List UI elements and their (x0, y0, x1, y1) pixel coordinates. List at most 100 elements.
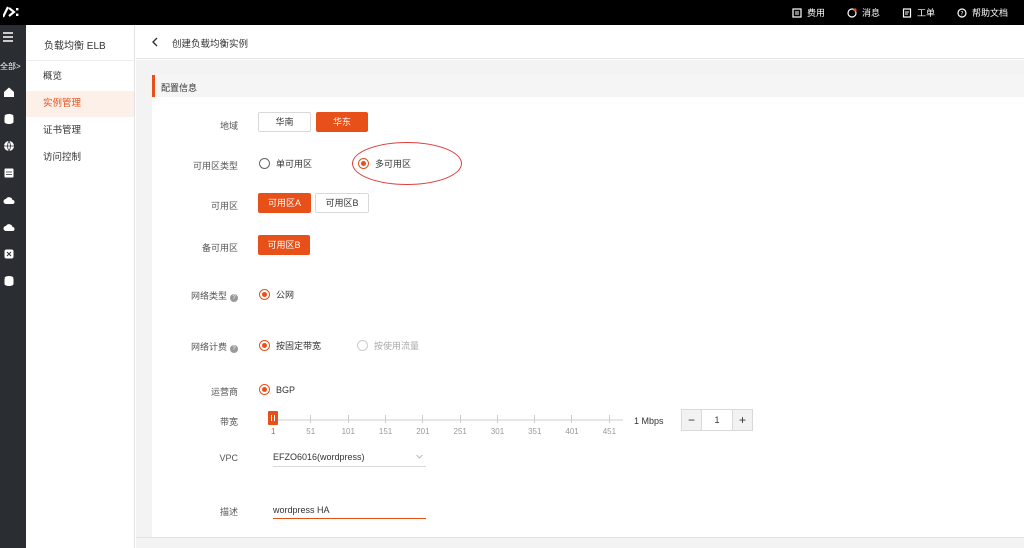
zone-label: 可用区 (210, 201, 238, 211)
storage-icon[interactable] (3, 167, 15, 179)
billing-link[interactable]: 费用 (792, 6, 825, 19)
page-title: 创建负载均衡实例 (172, 39, 249, 50)
sidebar-item-overview[interactable]: 概览 (26, 64, 134, 90)
slider-tick (422, 415, 424, 423)
help-docs-link[interactable]: ? 帮助文档 (957, 6, 1008, 19)
bandwidth-label: 带宽 (219, 417, 238, 427)
back-arrow-icon[interactable] (150, 37, 160, 47)
slider-tick (534, 415, 536, 423)
cloud-upload-icon[interactable] (3, 194, 15, 206)
network-type-label: 网络类型? (191, 289, 238, 302)
increment-button[interactable]: + (732, 410, 752, 430)
slider-tick-label: 151 (378, 427, 393, 436)
slider-tick (496, 415, 498, 423)
fixed-bandwidth-label: 按固定带宽 (276, 341, 322, 351)
zone-b-button[interactable]: 可用区B (315, 193, 369, 213)
zone-type-label: 可用区类型 (192, 161, 238, 171)
bandwidth-unit: 1 Mbps (634, 416, 664, 426)
bandwidth-stepper: − 1 + (681, 409, 753, 431)
slider-tick-label: 101 (341, 427, 355, 436)
stack-icon[interactable] (3, 275, 15, 287)
zone-a-button[interactable]: 可用区A (258, 193, 311, 213)
vpc-label: VPC (219, 453, 238, 463)
description-label: 描述 (219, 507, 238, 517)
radio-circle (259, 289, 270, 300)
public-network-label: 公网 (276, 290, 295, 300)
billing-label: 费用 (806, 8, 825, 18)
top-bar: 费用 消息 工单 ? 帮助文档 (0, 0, 1024, 25)
ticket-label: 工单 (916, 8, 935, 18)
slider-tick (608, 415, 610, 423)
public-network-radio[interactable]: 公网 (259, 288, 294, 301)
radio-circle (259, 158, 270, 169)
slider-tick (384, 415, 386, 423)
sidebar-item-instances[interactable]: 实例管理 (26, 91, 134, 117)
slider-tick-label: 51 (306, 427, 316, 436)
slider-tick-label: 1 (271, 427, 276, 436)
global-nav-rail: 全部> (0, 25, 26, 548)
svg-text:?: ? (960, 10, 963, 17)
slider-tick-label: 401 (565, 427, 579, 436)
help-icon[interactable]: ? (230, 294, 238, 302)
product-sidebar: 负载均衡 ELB 概览 实例管理 证书管理 访问控制 (26, 25, 135, 548)
globe-icon[interactable] (3, 140, 15, 152)
chevron-down-icon (416, 454, 423, 459)
help-icon[interactable]: ? (230, 345, 238, 353)
section-title: 配置信息 (161, 83, 198, 93)
network-type-text: 网络类型 (190, 291, 227, 301)
slider-tick-label: 351 (528, 427, 542, 436)
slider-tick-label: 301 (490, 427, 505, 436)
sidebar-item-certificates[interactable]: 证书管理 (26, 118, 134, 144)
radio-circle (357, 340, 368, 351)
database-icon[interactable] (3, 113, 15, 125)
config-card: 配置信息 地域 华南 华东 可用区类型 单可用区 多可用区 可用区 可用区A 可… (152, 75, 1024, 537)
billing-label: 网络计费? (191, 340, 238, 353)
bandwidth-value[interactable]: 1 (702, 410, 732, 430)
all-products-link[interactable]: 全部> (0, 61, 21, 72)
bandwidth-slider-handle[interactable] (268, 411, 278, 425)
slider-tick (310, 415, 312, 423)
slider-tick (459, 415, 461, 423)
radio-circle (259, 340, 270, 351)
region-label: 地域 (219, 121, 238, 131)
logo-icon[interactable] (3, 3, 23, 21)
help-docs-label: 帮助文档 (971, 8, 1008, 18)
slider-tick-label: 251 (453, 427, 467, 436)
slider-tick-label: 201 (416, 427, 430, 436)
billing-text: 网络计费 (190, 342, 227, 352)
vpc-value: EFZO6016(wordpress) (273, 452, 365, 462)
top-nav: 费用 消息 工单 ? 帮助文档 (792, 0, 1008, 25)
bottom-divider (136, 537, 1024, 538)
bgp-label: BGP (276, 384, 296, 395)
description-input[interactable]: wordpress HA (273, 503, 426, 519)
decrement-button[interactable]: − (682, 410, 702, 430)
slider-tick-label: 451 (602, 427, 617, 436)
message-icon (847, 7, 857, 18)
slider-tick (347, 415, 349, 423)
help-icon: ? (957, 7, 967, 18)
menu-icon[interactable] (3, 32, 15, 42)
ticket-link[interactable]: 工单 (902, 6, 935, 19)
backup-zone-b-button[interactable]: 可用区B (258, 235, 310, 255)
sidebar-item-access-control[interactable]: 访问控制 (26, 145, 134, 171)
cloud-icon[interactable] (3, 221, 15, 233)
vpc-select[interactable]: EFZO6016(wordpress) (273, 449, 426, 467)
message-link[interactable]: 消息 (847, 6, 880, 19)
single-zone-radio[interactable]: 单可用区 (259, 157, 312, 170)
slider-tick (571, 415, 573, 423)
red-annotation-circle (352, 142, 462, 185)
ticket-icon (902, 7, 912, 18)
home-icon[interactable] (3, 86, 15, 98)
carrier-label: 运营商 (210, 387, 238, 397)
sidebar-title: 负载均衡 ELB (44, 41, 106, 52)
page-header: 创建负载均衡实例 (136, 25, 1024, 59)
message-label: 消息 (861, 8, 880, 18)
region-east-button[interactable]: 华东 (316, 112, 368, 132)
security-icon[interactable] (3, 248, 15, 260)
fixed-bandwidth-radio[interactable]: 按固定带宽 (259, 339, 321, 352)
region-south-button[interactable]: 华南 (258, 112, 311, 132)
radio-circle (259, 384, 270, 395)
pay-by-traffic-radio[interactable]: 按使用流量 (357, 339, 419, 352)
pay-by-traffic-label: 按使用流量 (374, 341, 420, 351)
bgp-radio[interactable]: BGP (259, 384, 295, 395)
